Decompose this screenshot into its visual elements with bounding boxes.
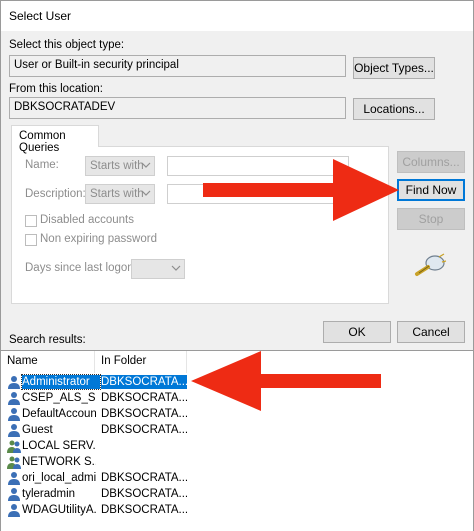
disabled-accounts-checkbox[interactable] [25, 215, 37, 227]
row-name: tyleradmin [22, 488, 76, 500]
chevron-down-icon [171, 265, 181, 271]
days-since-logon-label: Days since last logon: [25, 262, 137, 274]
name-label: Name: [25, 159, 59, 171]
row-name: Guest [22, 424, 53, 436]
row-folder: DBKSOCRATA... [101, 488, 187, 500]
object-type-field: User or Built-in security principal [9, 55, 346, 77]
locations-button[interactable]: Locations... [353, 98, 435, 120]
description-mode-select[interactable]: Starts with [85, 184, 155, 204]
row-name: ori_local_admin [22, 472, 96, 484]
row-folder: DBKSOCRATA... [101, 375, 187, 389]
arrow-to-find-now [203, 159, 399, 221]
window-title: Select User [9, 9, 72, 23]
row-name: DefaultAccount [22, 408, 96, 420]
description-label: Description: [25, 188, 86, 200]
ok-button[interactable]: OK [323, 321, 391, 343]
table-row[interactable]: LOCAL SERV... [1, 438, 473, 454]
row-name: LOCAL SERV... [22, 440, 96, 452]
row-folder: DBKSOCRATA... [101, 392, 187, 404]
table-row[interactable]: Guest DBKSOCRATA... [1, 422, 473, 438]
non-expiring-password-checkbox[interactable] [25, 234, 37, 246]
chevron-down-icon [141, 190, 151, 196]
location-label: From this location: [9, 83, 103, 95]
columns-button[interactable]: Columns... [397, 151, 465, 173]
tab-common-queries[interactable]: Common Queries [11, 125, 99, 154]
user-icon [8, 392, 20, 405]
row-name: WDAGUtilityA... [22, 504, 96, 516]
row-folder: DBKSOCRATA... [101, 424, 187, 436]
column-header-name[interactable]: Name [1, 351, 95, 373]
select-user-dialog: Select User Select this object type: Use… [0, 0, 474, 531]
search-flashlight-icon [415, 253, 447, 276]
stop-button[interactable]: Stop [397, 208, 465, 230]
user-icon [8, 488, 20, 501]
row-folder: DBKSOCRATA... [101, 408, 187, 420]
location-field: DBKSOCRATADEV [9, 97, 346, 119]
cancel-button[interactable]: Cancel [397, 321, 465, 343]
row-folder: DBKSOCRATA... [101, 472, 187, 484]
user-icon [8, 424, 20, 437]
name-mode-value: Starts with [90, 160, 144, 172]
title-bar[interactable]: Select User [1, 1, 473, 31]
object-types-button[interactable]: Object Types... [353, 57, 435, 79]
disabled-accounts-label: Disabled accounts [40, 214, 134, 226]
table-row[interactable]: NETWORK S... [1, 454, 473, 470]
user-icon [8, 376, 20, 389]
chevron-down-icon [141, 162, 151, 168]
non-expiring-password-label: Non expiring password [40, 233, 157, 245]
user-icon [8, 504, 20, 517]
name-mode-select[interactable]: Starts with [85, 156, 155, 176]
group-icon [7, 456, 21, 469]
table-row[interactable]: WDAGUtilityA... DBKSOCRATA... [1, 502, 473, 518]
row-name: NETWORK S... [22, 456, 96, 468]
table-row[interactable]: ori_local_admin DBKSOCRATA... [1, 470, 473, 486]
row-folder: DBKSOCRATA... [101, 504, 187, 516]
column-header-in-folder[interactable]: In Folder [95, 351, 187, 373]
row-name: Administrator [21, 374, 101, 390]
user-icon [8, 472, 20, 485]
find-now-button[interactable]: Find Now [397, 179, 465, 201]
row-name: CSEP_ALS_S... [22, 392, 96, 404]
search-results-label: Search results: [9, 334, 86, 346]
arrow-to-administrator [191, 351, 381, 411]
description-mode-value: Starts with [90, 188, 144, 200]
group-icon [7, 440, 21, 453]
object-type-label: Select this object type: [9, 39, 125, 51]
table-row[interactable]: tyleradmin DBKSOCRATA... [1, 486, 473, 502]
days-since-logon-select[interactable] [131, 259, 185, 279]
user-icon [8, 408, 20, 421]
